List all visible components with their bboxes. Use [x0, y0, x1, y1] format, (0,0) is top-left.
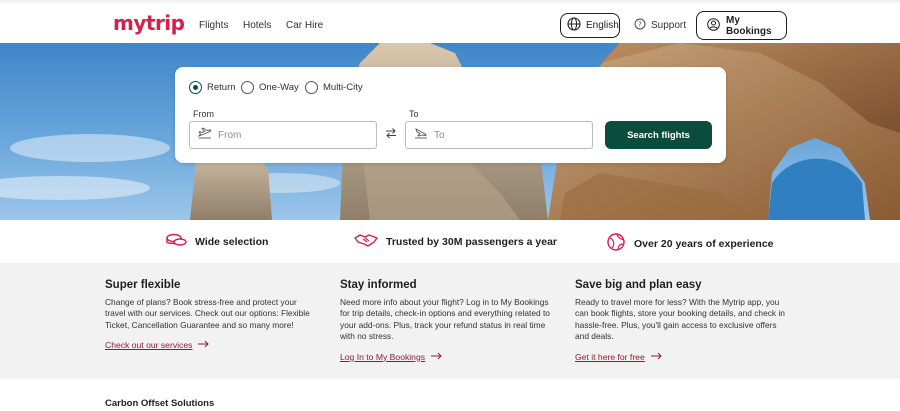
nav-flights[interactable]: Flights	[199, 20, 228, 31]
link-label: Get it here for free	[575, 351, 645, 362]
svg-text:?: ?	[638, 21, 642, 29]
user-icon	[707, 17, 720, 34]
plane-takeoff-icon	[197, 126, 212, 144]
check-services-link[interactable]: Check out our services	[105, 340, 210, 351]
from-input[interactable]	[218, 129, 358, 141]
info-title: Super flexible	[105, 279, 181, 291]
trip-type-label: Return	[207, 82, 236, 93]
plane-landing-icon	[414, 126, 428, 144]
get-app-link[interactable]: Get it here for free	[575, 352, 662, 362]
login-bookings-link[interactable]: Log In to My Bookings	[340, 352, 442, 362]
trip-type-return[interactable]: Return	[189, 81, 236, 94]
feature-label: Trusted by 30M passengers a year	[386, 235, 557, 248]
swap-button[interactable]	[383, 127, 399, 143]
nav-car-hire[interactable]: Car Hire	[286, 20, 323, 31]
to-field[interactable]	[405, 121, 593, 149]
feature-label: Over 20 years of experience	[634, 237, 774, 250]
link-label: Log In to My Bookings	[340, 351, 426, 362]
radio-selected-icon	[189, 81, 202, 94]
support-label: Support	[651, 20, 687, 31]
trip-type-label: Multi-City	[323, 82, 363, 93]
globe-icon	[567, 17, 581, 34]
trip-type-multi-city[interactable]: Multi-City	[305, 81, 363, 94]
arrow-right-icon	[431, 352, 442, 362]
arrow-right-icon	[650, 352, 662, 362]
info-body: Ready to travel more for less? With the …	[575, 297, 785, 342]
carbon-offset-heading: Carbon Offset Solutions	[105, 398, 215, 409]
link-label: Check out our services	[105, 340, 193, 351]
features-bar: Wide selection Trusted by 30M passengers…	[0, 220, 900, 263]
site-header: mytrip Flights Hotels Car Hire English ?…	[0, 0, 900, 43]
nav-hotels[interactable]: Hotels	[243, 20, 271, 31]
trip-type-label: One-Way	[259, 82, 299, 93]
search-flights-button[interactable]: Search flights	[605, 121, 712, 149]
radio-icon	[305, 81, 318, 94]
feature-wide-selection: Wide selection	[165, 232, 268, 251]
info-body: Change of plans? Book stress-free and pr…	[105, 297, 310, 330]
my-bookings-button[interactable]: My Bookings	[696, 11, 787, 40]
info-title: Save big and plan easy	[575, 279, 702, 291]
mytrip-logo[interactable]: mytrip	[113, 11, 185, 35]
feature-label: Wide selection	[195, 235, 269, 248]
language-button[interactable]: English	[560, 13, 620, 38]
info-title: Stay informed	[340, 279, 417, 291]
info-section: Super flexible Change of plans? Book str…	[0, 263, 900, 379]
to-label: To	[409, 109, 419, 119]
feature-experience: Over 20 years of experience	[606, 232, 774, 255]
info-column-flexible: Super flexible Change of plans? Book str…	[105, 279, 315, 353]
info-column-app: Save big and plan easy Ready to travel m…	[575, 279, 785, 365]
handshake-icon	[354, 232, 378, 251]
info-column-informed: Stay informed Need more info about your …	[340, 279, 550, 365]
to-input[interactable]	[434, 129, 574, 141]
language-label: English	[586, 20, 619, 31]
from-label: From	[193, 109, 214, 119]
globe-icon	[606, 232, 626, 255]
from-field[interactable]	[189, 121, 377, 149]
radio-icon	[241, 81, 254, 94]
feature-trusted: Trusted by 30M passengers a year	[354, 232, 557, 251]
trip-type-one-way[interactable]: One-Way	[241, 81, 299, 94]
help-icon: ?	[634, 18, 646, 33]
info-body: Need more info about your flight? Log in…	[340, 297, 550, 342]
flight-search-panel: Return One-Way Multi-City From To Search…	[175, 67, 726, 163]
my-bookings-label: My Bookings	[726, 14, 772, 37]
support-link[interactable]: ? Support	[634, 13, 686, 38]
arrow-right-icon	[198, 340, 210, 350]
swap-arrows-icon	[385, 126, 397, 144]
coins-icon	[165, 232, 187, 251]
